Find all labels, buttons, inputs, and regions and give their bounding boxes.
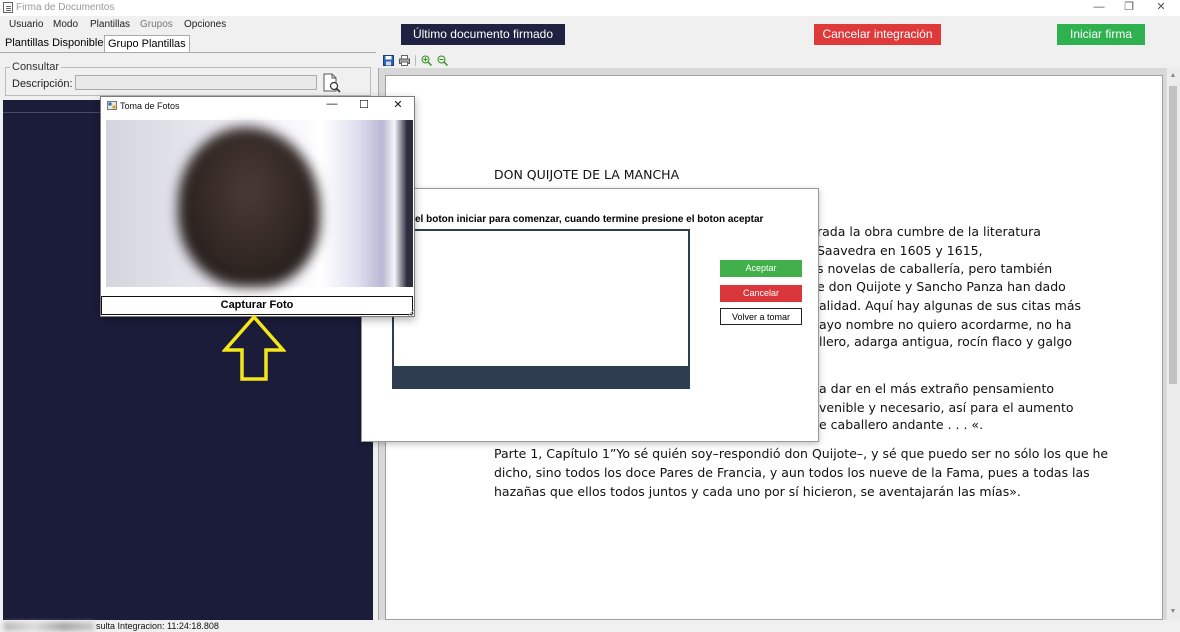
document-line: llero, adarga antigua, rocín flaco y gal… xyxy=(819,334,1073,349)
menu-usuario[interactable]: Usuario xyxy=(9,19,43,30)
description-label: Descripción: xyxy=(12,78,73,90)
accept-button[interactable]: Aceptar xyxy=(720,260,802,277)
photo-minimize-button[interactable]: — xyxy=(322,98,342,110)
document-line: rada la obra cumbre de la literatura xyxy=(817,224,1041,239)
close-button[interactable]: ✕ xyxy=(1144,0,1178,16)
photo-window-title: Toma de Fotos xyxy=(120,101,180,111)
cancel-integration-button[interactable]: Cancelar integración xyxy=(814,24,941,45)
document-toolbar xyxy=(378,52,1180,68)
document-line: a dar en el más extraño pensamiento xyxy=(819,381,1055,396)
cancel-button[interactable]: Cancelar xyxy=(720,285,802,302)
camera-app-icon xyxy=(107,101,117,110)
minimize-button[interactable]: — xyxy=(1082,0,1116,16)
tab-plantillas-disponibles[interactable]: Plantillas Disponibles xyxy=(2,35,112,52)
document-line: e caballero andante . . . «. xyxy=(819,417,984,432)
tab-divider xyxy=(0,52,376,53)
zoom-in-icon[interactable] xyxy=(421,55,433,67)
scroll-up-icon[interactable]: ▲ xyxy=(1169,72,1177,79)
document-line: venible y necesario, así para el aumento xyxy=(819,400,1074,415)
menu-grupos[interactable]: Grupos xyxy=(140,19,173,30)
menu-plantillas[interactable]: Plantillas xyxy=(90,19,130,30)
document-line: ayo nombre no quiero acordarme, no ha xyxy=(819,317,1072,332)
retake-button[interactable]: Volver a tomar xyxy=(720,308,802,325)
capture-instructions: el boton iniciar para comenzar, cuando t… xyxy=(415,214,764,225)
document-heading: DON QUIJOTE DE LA MANCHA xyxy=(494,167,680,182)
document-line: Parte 1, Capítulo 1”Yo sé quién soy–resp… xyxy=(494,446,1109,461)
start-signing-button[interactable]: Iniciar firma xyxy=(1057,24,1145,45)
capture-area-footer xyxy=(392,367,690,389)
consultar-legend: Consultar xyxy=(10,61,62,73)
photo-close-button[interactable]: ✕ xyxy=(388,98,408,111)
scrollbar-thumb[interactable] xyxy=(1169,86,1177,384)
document-search-icon xyxy=(323,73,341,93)
print-icon[interactable] xyxy=(399,55,410,66)
menu-modo[interactable]: Modo xyxy=(53,19,78,30)
capture-area[interactable] xyxy=(392,229,690,368)
zoom-out-icon[interactable] xyxy=(437,55,449,67)
blurred-face-image xyxy=(178,127,320,287)
document-line: s novelas de caballería, pero también xyxy=(817,261,1053,276)
resize-grip-icon[interactable] xyxy=(405,307,415,317)
document-line: Saavedra en 1605 y 1615, xyxy=(817,243,983,258)
toolbar-separator xyxy=(415,55,416,66)
scroll-down-icon[interactable]: ▼ xyxy=(1169,608,1177,615)
restore-button[interactable]: ❐ xyxy=(1112,0,1146,16)
save-icon[interactable] xyxy=(383,55,394,66)
search-document-button[interactable] xyxy=(320,73,342,93)
photo-maximize-button[interactable]: ☐ xyxy=(354,98,374,111)
title-bar: Firma de Documentos xyxy=(0,0,1180,16)
tab-grupo-plantillas[interactable]: Grupo Plantillas xyxy=(104,35,190,52)
document-line: dicho, sino todos los doce Pares de Fran… xyxy=(494,465,1090,480)
capture-photo-button[interactable]: Capturar Foto xyxy=(101,296,413,315)
document-line: alidad. Aquí hay algunas de sus citas má… xyxy=(819,298,1081,313)
menu-opciones[interactable]: Opciones xyxy=(184,19,226,30)
document-line: hazañas que ellos todos juntos y cada un… xyxy=(494,484,1021,499)
document-line: e don Quijote y Sancho Panza han dado xyxy=(817,279,1066,294)
status-redacted xyxy=(4,622,94,631)
description-input[interactable] xyxy=(75,75,317,90)
document-app-icon xyxy=(3,2,13,13)
last-signed-document-button[interactable]: Último documento firmado xyxy=(401,24,565,45)
up-arrow-icon xyxy=(221,314,287,382)
window-title: Firma de Documentos xyxy=(16,2,115,13)
status-text: sulta Integracion: 11:24:18.808 xyxy=(96,621,219,631)
